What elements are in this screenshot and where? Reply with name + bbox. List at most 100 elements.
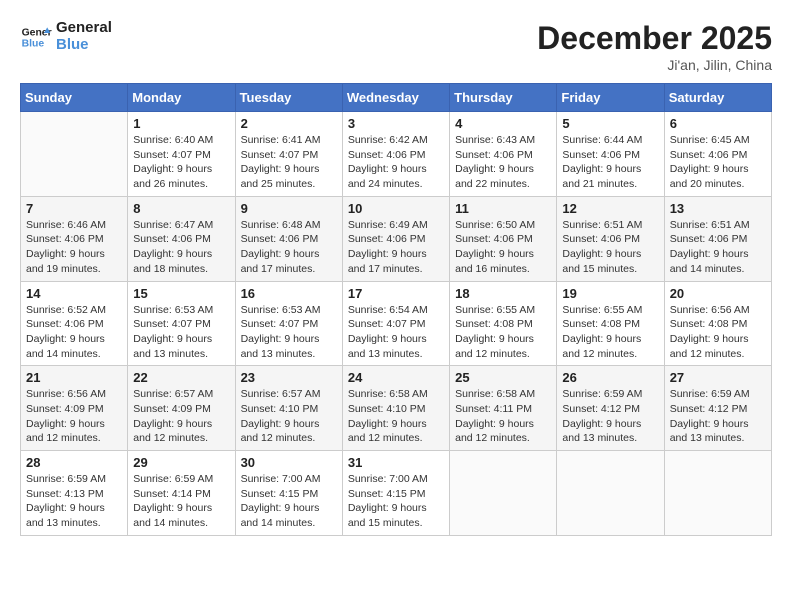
day-number: 25: [455, 370, 551, 385]
calendar-cell: 14 Sunrise: 6:52 AM Sunset: 4:06 PM Dayl…: [21, 281, 128, 366]
day-info: Sunrise: 6:48 AM Sunset: 4:06 PM Dayligh…: [241, 218, 337, 277]
day-number: 22: [133, 370, 229, 385]
day-info: Sunrise: 6:41 AM Sunset: 4:07 PM Dayligh…: [241, 133, 337, 192]
calendar-cell: 16 Sunrise: 6:53 AM Sunset: 4:07 PM Dayl…: [235, 281, 342, 366]
day-number: 18: [455, 286, 551, 301]
calendar-cell: [21, 112, 128, 197]
day-info: Sunrise: 6:55 AM Sunset: 4:08 PM Dayligh…: [455, 303, 551, 362]
calendar-cell: 6 Sunrise: 6:45 AM Sunset: 4:06 PM Dayli…: [664, 112, 771, 197]
calendar-cell: 19 Sunrise: 6:55 AM Sunset: 4:08 PM Dayl…: [557, 281, 664, 366]
day-number: 29: [133, 455, 229, 470]
calendar-cell: 30 Sunrise: 7:00 AM Sunset: 4:15 PM Dayl…: [235, 451, 342, 536]
day-info: Sunrise: 6:58 AM Sunset: 4:11 PM Dayligh…: [455, 387, 551, 446]
day-number: 16: [241, 286, 337, 301]
day-info: Sunrise: 6:57 AM Sunset: 4:09 PM Dayligh…: [133, 387, 229, 446]
day-number: 7: [26, 201, 122, 216]
calendar-week-row: 1 Sunrise: 6:40 AM Sunset: 4:07 PM Dayli…: [21, 112, 772, 197]
calendar-cell: 24 Sunrise: 6:58 AM Sunset: 4:10 PM Dayl…: [342, 366, 449, 451]
calendar-cell: 2 Sunrise: 6:41 AM Sunset: 4:07 PM Dayli…: [235, 112, 342, 197]
logo-general: General: [56, 20, 112, 37]
day-number: 1: [133, 116, 229, 131]
weekday-header-saturday: Saturday: [664, 84, 771, 112]
calendar-cell: 5 Sunrise: 6:44 AM Sunset: 4:06 PM Dayli…: [557, 112, 664, 197]
day-info: Sunrise: 6:42 AM Sunset: 4:06 PM Dayligh…: [348, 133, 444, 192]
day-info: Sunrise: 6:43 AM Sunset: 4:06 PM Dayligh…: [455, 133, 551, 192]
day-number: 2: [241, 116, 337, 131]
day-number: 11: [455, 201, 551, 216]
calendar-cell: 18 Sunrise: 6:55 AM Sunset: 4:08 PM Dayl…: [450, 281, 557, 366]
day-info: Sunrise: 6:54 AM Sunset: 4:07 PM Dayligh…: [348, 303, 444, 362]
day-number: 19: [562, 286, 658, 301]
day-info: Sunrise: 6:50 AM Sunset: 4:06 PM Dayligh…: [455, 218, 551, 277]
day-number: 17: [348, 286, 444, 301]
calendar-cell: 10 Sunrise: 6:49 AM Sunset: 4:06 PM Dayl…: [342, 196, 449, 281]
calendar-cell: [450, 451, 557, 536]
calendar-week-row: 21 Sunrise: 6:56 AM Sunset: 4:09 PM Dayl…: [21, 366, 772, 451]
day-info: Sunrise: 6:51 AM Sunset: 4:06 PM Dayligh…: [562, 218, 658, 277]
day-number: 6: [670, 116, 766, 131]
calendar-cell: 20 Sunrise: 6:56 AM Sunset: 4:08 PM Dayl…: [664, 281, 771, 366]
calendar-cell: 28 Sunrise: 6:59 AM Sunset: 4:13 PM Dayl…: [21, 451, 128, 536]
calendar-cell: 7 Sunrise: 6:46 AM Sunset: 4:06 PM Dayli…: [21, 196, 128, 281]
day-info: Sunrise: 6:53 AM Sunset: 4:07 PM Dayligh…: [241, 303, 337, 362]
calendar-cell: 1 Sunrise: 6:40 AM Sunset: 4:07 PM Dayli…: [128, 112, 235, 197]
day-number: 5: [562, 116, 658, 131]
day-number: 21: [26, 370, 122, 385]
day-number: 26: [562, 370, 658, 385]
calendar-cell: 17 Sunrise: 6:54 AM Sunset: 4:07 PM Dayl…: [342, 281, 449, 366]
calendar-cell: 15 Sunrise: 6:53 AM Sunset: 4:07 PM Dayl…: [128, 281, 235, 366]
day-number: 28: [26, 455, 122, 470]
calendar-cell: 12 Sunrise: 6:51 AM Sunset: 4:06 PM Dayl…: [557, 196, 664, 281]
calendar-cell: 22 Sunrise: 6:57 AM Sunset: 4:09 PM Dayl…: [128, 366, 235, 451]
day-number: 8: [133, 201, 229, 216]
location-subtitle: Ji'an, Jilin, China: [537, 57, 772, 73]
weekday-header-thursday: Thursday: [450, 84, 557, 112]
day-info: Sunrise: 6:55 AM Sunset: 4:08 PM Dayligh…: [562, 303, 658, 362]
calendar-cell: 21 Sunrise: 6:56 AM Sunset: 4:09 PM Dayl…: [21, 366, 128, 451]
day-number: 31: [348, 455, 444, 470]
calendar-week-row: 14 Sunrise: 6:52 AM Sunset: 4:06 PM Dayl…: [21, 281, 772, 366]
day-info: Sunrise: 6:57 AM Sunset: 4:10 PM Dayligh…: [241, 387, 337, 446]
logo-icon: General Blue: [20, 21, 52, 53]
calendar-table: SundayMondayTuesdayWednesdayThursdayFrid…: [20, 83, 772, 536]
svg-text:Blue: Blue: [22, 38, 45, 49]
calendar-cell: 27 Sunrise: 6:59 AM Sunset: 4:12 PM Dayl…: [664, 366, 771, 451]
calendar-cell: 4 Sunrise: 6:43 AM Sunset: 4:06 PM Dayli…: [450, 112, 557, 197]
calendar-cell: 29 Sunrise: 6:59 AM Sunset: 4:14 PM Dayl…: [128, 451, 235, 536]
weekday-header-monday: Monday: [128, 84, 235, 112]
title-area: December 2025 Ji'an, Jilin, China: [537, 20, 772, 73]
calendar-cell: [664, 451, 771, 536]
day-info: Sunrise: 6:59 AM Sunset: 4:14 PM Dayligh…: [133, 472, 229, 531]
day-number: 3: [348, 116, 444, 131]
day-info: Sunrise: 6:51 AM Sunset: 4:06 PM Dayligh…: [670, 218, 766, 277]
weekday-header-row: SundayMondayTuesdayWednesdayThursdayFrid…: [21, 84, 772, 112]
day-info: Sunrise: 6:49 AM Sunset: 4:06 PM Dayligh…: [348, 218, 444, 277]
day-info: Sunrise: 6:56 AM Sunset: 4:09 PM Dayligh…: [26, 387, 122, 446]
calendar-cell: 26 Sunrise: 6:59 AM Sunset: 4:12 PM Dayl…: [557, 366, 664, 451]
calendar-cell: 8 Sunrise: 6:47 AM Sunset: 4:06 PM Dayli…: [128, 196, 235, 281]
day-number: 14: [26, 286, 122, 301]
calendar-cell: 23 Sunrise: 6:57 AM Sunset: 4:10 PM Dayl…: [235, 366, 342, 451]
month-title: December 2025: [537, 20, 772, 57]
weekday-header-friday: Friday: [557, 84, 664, 112]
day-info: Sunrise: 6:56 AM Sunset: 4:08 PM Dayligh…: [670, 303, 766, 362]
calendar-header: SundayMondayTuesdayWednesdayThursdayFrid…: [21, 84, 772, 112]
page-header: General Blue General Blue December 2025 …: [20, 20, 772, 73]
calendar-cell: 9 Sunrise: 6:48 AM Sunset: 4:06 PM Dayli…: [235, 196, 342, 281]
day-number: 12: [562, 201, 658, 216]
day-number: 20: [670, 286, 766, 301]
day-info: Sunrise: 7:00 AM Sunset: 4:15 PM Dayligh…: [348, 472, 444, 531]
day-info: Sunrise: 7:00 AM Sunset: 4:15 PM Dayligh…: [241, 472, 337, 531]
logo-blue: Blue: [56, 37, 112, 54]
calendar-cell: 3 Sunrise: 6:42 AM Sunset: 4:06 PM Dayli…: [342, 112, 449, 197]
day-info: Sunrise: 6:52 AM Sunset: 4:06 PM Dayligh…: [26, 303, 122, 362]
calendar-week-row: 7 Sunrise: 6:46 AM Sunset: 4:06 PM Dayli…: [21, 196, 772, 281]
day-info: Sunrise: 6:40 AM Sunset: 4:07 PM Dayligh…: [133, 133, 229, 192]
day-number: 30: [241, 455, 337, 470]
calendar-cell: 31 Sunrise: 7:00 AM Sunset: 4:15 PM Dayl…: [342, 451, 449, 536]
day-number: 24: [348, 370, 444, 385]
weekday-header-wednesday: Wednesday: [342, 84, 449, 112]
calendar-week-row: 28 Sunrise: 6:59 AM Sunset: 4:13 PM Dayl…: [21, 451, 772, 536]
day-info: Sunrise: 6:53 AM Sunset: 4:07 PM Dayligh…: [133, 303, 229, 362]
day-number: 9: [241, 201, 337, 216]
